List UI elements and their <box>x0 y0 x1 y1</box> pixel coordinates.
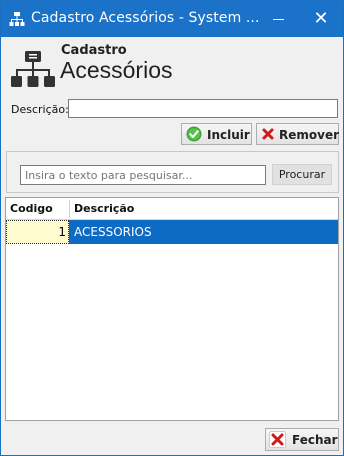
results-grid[interactable]: Codigo Descrição 1 ACESSORIOS <box>5 197 339 421</box>
minimize-icon <box>273 19 284 20</box>
procurar-button[interactable]: Procurar <box>272 164 332 185</box>
sitemap-icon <box>11 51 55 87</box>
column-header-codigo[interactable]: Codigo <box>10 198 53 219</box>
search-input[interactable] <box>20 165 266 185</box>
minimize-button[interactable] <box>259 1 299 37</box>
incluir-label: Incluir <box>207 128 250 142</box>
cell-codigo[interactable]: 1 <box>6 220 69 244</box>
header-subtitle: Cadastro <box>61 43 127 58</box>
table-row[interactable]: 1 ACESSORIOS <box>6 220 338 244</box>
descricao-label: Descrição: <box>11 103 69 116</box>
close-button[interactable]: ✕ <box>299 1 343 37</box>
column-header-descricao[interactable]: Descrição <box>74 198 134 219</box>
descricao-input[interactable] <box>68 99 338 118</box>
cell-descricao[interactable]: ACESSORIOS <box>69 220 338 244</box>
remover-button[interactable]: Remover <box>256 123 339 145</box>
close-icon: ✕ <box>313 8 329 29</box>
title-bar[interactable]: Cadastro Acessórios - System ... ✕ <box>1 1 343 37</box>
app-window: Cadastro Acessórios - System ... ✕ Cadas… <box>0 0 344 456</box>
remover-label: Remover <box>279 128 340 142</box>
grid-header: Codigo Descrição <box>6 198 338 220</box>
page-title: Acessórios <box>60 57 173 83</box>
fechar-label: Fechar <box>292 433 338 447</box>
sitemap-icon <box>9 12 25 26</box>
check-circle-icon <box>186 126 202 142</box>
window-title: Cadastro Acessórios - System ... <box>31 10 260 26</box>
remove-x-icon <box>262 128 274 140</box>
incluir-button[interactable]: Incluir <box>181 123 252 145</box>
fechar-button[interactable]: Fechar <box>265 428 339 451</box>
close-x-icon <box>269 431 286 448</box>
column-divider[interactable] <box>69 200 70 217</box>
search-panel: Procurar <box>6 151 339 193</box>
